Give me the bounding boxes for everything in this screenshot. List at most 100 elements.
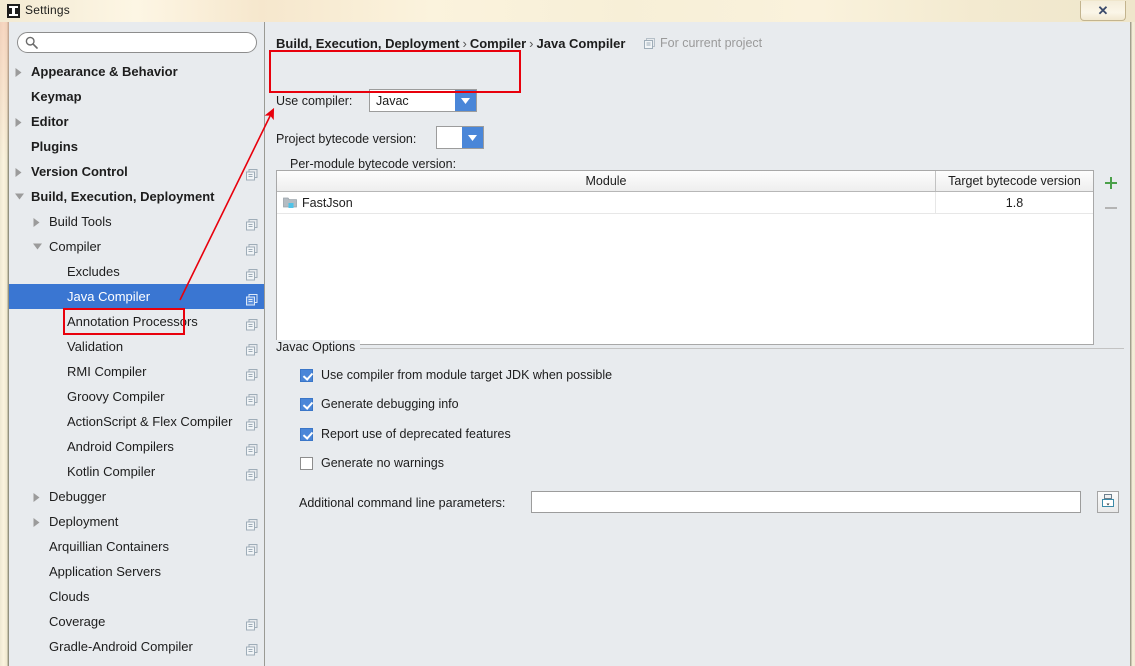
chevron-right-icon[interactable] xyxy=(31,484,43,509)
project-scope-label: For current project xyxy=(660,36,762,50)
sidebar-item-java-compiler[interactable]: Java Compiler xyxy=(9,284,265,309)
add-module-button[interactable] xyxy=(1098,171,1124,195)
checkbox-use-compiler-from-module-target-jdk-when-possible[interactable]: Use compiler from module target JDK when… xyxy=(300,368,612,382)
checkbox-label: Report use of deprecated features xyxy=(321,427,511,441)
additional-parameters-label: Additional command line parameters: xyxy=(299,496,505,510)
project-scope-icon xyxy=(246,240,258,252)
chevron-down-icon[interactable] xyxy=(455,90,476,111)
checkbox-generate-debugging-info[interactable]: Generate debugging info xyxy=(300,397,459,411)
close-icon: ✕ xyxy=(1081,1,1125,20)
window-titlebar: Settings ✕ xyxy=(0,0,1135,23)
breadcrumb-part-1[interactable]: Build, Execution, Deployment xyxy=(276,36,459,51)
sidebar-item-label: Deployment xyxy=(49,509,118,534)
checkbox-checked-icon[interactable] xyxy=(300,428,313,441)
sidebar-item-debugger[interactable]: Debugger xyxy=(9,484,265,509)
search-input[interactable] xyxy=(17,32,257,53)
sidebar-item-excludes[interactable]: Excludes xyxy=(9,259,265,284)
project-scope-icon xyxy=(246,215,258,227)
sidebar-item-kotlin-compiler[interactable]: Kotlin Compiler xyxy=(9,459,265,484)
checkbox-label: Use compiler from module target JDK when… xyxy=(321,368,612,382)
sidebar-item-label: Plugins xyxy=(31,134,78,159)
sidebar-item-validation[interactable]: Validation xyxy=(9,334,265,359)
checkbox-checked-icon[interactable] xyxy=(300,369,313,382)
use-compiler-dropdown[interactable]: Javac xyxy=(369,89,477,112)
checkbox-unchecked-icon[interactable] xyxy=(300,457,313,470)
sidebar-item-annotation-processors[interactable]: Annotation Processors xyxy=(9,309,265,334)
chevron-right-icon[interactable] xyxy=(31,209,43,234)
project-scope-icon xyxy=(246,440,258,452)
remove-module-button[interactable] xyxy=(1098,196,1124,220)
chevron-down-icon[interactable] xyxy=(13,184,25,209)
sidebar-item-clouds[interactable]: Clouds xyxy=(9,584,265,609)
chevron-down-icon[interactable] xyxy=(31,234,43,259)
javac-options-group-title: Javac Options xyxy=(276,340,360,354)
chevron-right-icon[interactable] xyxy=(31,509,43,534)
checkbox-checked-icon[interactable] xyxy=(300,398,313,411)
breadcrumb-separator-1: › xyxy=(459,36,469,51)
chevron-down-icon[interactable] xyxy=(462,127,483,148)
sidebar-item-appearance-behavior[interactable]: Appearance & Behavior xyxy=(9,59,265,84)
sidebar-item-plugins[interactable]: Plugins xyxy=(9,134,265,159)
settings-sidebar: Appearance & BehaviorKeymapEditorPlugins… xyxy=(9,22,265,666)
sidebar-item-android-compilers[interactable]: Android Compilers xyxy=(9,434,265,459)
breadcrumb-part-3: Java Compiler xyxy=(537,36,626,51)
sidebar-item-application-servers[interactable]: Application Servers xyxy=(9,559,265,584)
project-scope-icon xyxy=(246,515,258,527)
checkbox-generate-no-warnings[interactable]: Generate no warnings xyxy=(300,456,444,470)
table-row[interactable]: FastJson1.8 xyxy=(277,192,1093,214)
sidebar-item-label: Version Control xyxy=(31,159,128,184)
project-bytecode-label: Project bytecode version: xyxy=(276,132,416,146)
column-header-target-bytecode[interactable]: Target bytecode version xyxy=(936,171,1093,191)
breadcrumb-separator-2: › xyxy=(526,36,536,51)
sidebar-item-version-control[interactable]: Version Control xyxy=(9,159,265,184)
project-scope-icon xyxy=(246,390,258,402)
column-header-module[interactable]: Module xyxy=(277,171,936,191)
checkbox-label: Generate no warnings xyxy=(321,456,444,470)
sidebar-item-keymap[interactable]: Keymap xyxy=(9,84,265,109)
sidebar-item-label: Debugger xyxy=(49,484,106,509)
sidebar-item-label: Build Tools xyxy=(49,209,112,234)
sidebar-item-label: Appearance & Behavior xyxy=(31,59,178,84)
sidebar-item-gradle-android-compiler[interactable]: Gradle-Android Compiler xyxy=(9,634,265,659)
sidebar-item-build-tools[interactable]: Build Tools xyxy=(9,209,265,234)
project-scope-icon xyxy=(246,290,258,302)
project-scope-icon xyxy=(644,38,655,49)
additional-parameters-input[interactable] xyxy=(531,491,1081,513)
expand-editor-button[interactable] xyxy=(1097,491,1119,513)
window-title: Settings xyxy=(25,3,70,17)
expand-editor-icon xyxy=(1101,494,1115,511)
sidebar-item-groovy-compiler[interactable]: Groovy Compiler xyxy=(9,384,265,409)
sidebar-item-label: Gradle-Android Compiler xyxy=(49,634,193,659)
chevron-right-icon[interactable] xyxy=(13,109,25,134)
sidebar-item-label: Application Servers xyxy=(49,559,161,584)
window-frame-right xyxy=(1130,22,1135,666)
close-button[interactable]: ✕ xyxy=(1080,1,1126,21)
sidebar-item-arquillian-containers[interactable]: Arquillian Containers xyxy=(9,534,265,559)
sidebar-item-build-execution-deployment[interactable]: Build, Execution, Deployment xyxy=(9,184,265,209)
javac-options-group-line xyxy=(276,348,1124,349)
sidebar-item-deployment[interactable]: Deployment xyxy=(9,509,265,534)
sidebar-item-compiler[interactable]: Compiler xyxy=(9,234,265,259)
breadcrumb: Build, Execution, Deployment›Compiler›Ja… xyxy=(276,36,625,51)
sidebar-item-actionscript-flex-compiler[interactable]: ActionScript & Flex Compiler xyxy=(9,409,265,434)
breadcrumb-part-2[interactable]: Compiler xyxy=(470,36,526,51)
sidebar-item-label: Java Compiler xyxy=(67,284,150,309)
checkbox-report-use-of-deprecated-features[interactable]: Report use of deprecated features xyxy=(300,427,511,441)
sidebar-item-label: Coverage xyxy=(49,609,105,634)
sidebar-item-rmi-compiler[interactable]: RMI Compiler xyxy=(9,359,265,384)
project-bytecode-dropdown[interactable] xyxy=(436,126,484,149)
search-field-wrapper xyxy=(17,32,257,53)
settings-detail-pane: Build, Execution, Deployment›Compiler›Ja… xyxy=(266,22,1130,666)
annotation-box-use-compiler xyxy=(269,50,521,93)
sidebar-item-editor[interactable]: Editor xyxy=(9,109,265,134)
sidebar-item-coverage[interactable]: Coverage xyxy=(9,609,265,634)
sidebar-item-label: Build, Execution, Deployment xyxy=(31,184,214,209)
chevron-right-icon[interactable] xyxy=(13,59,25,84)
chevron-right-icon[interactable] xyxy=(13,159,25,184)
use-compiler-label: Use compiler: xyxy=(276,94,352,108)
cell-target-bytecode[interactable]: 1.8 xyxy=(936,192,1093,213)
sidebar-item-label: Validation xyxy=(67,334,123,359)
sidebar-item-label: Groovy Compiler xyxy=(67,384,165,409)
settings-content: Appearance & BehaviorKeymapEditorPlugins… xyxy=(9,22,1130,666)
checkbox-label: Generate debugging info xyxy=(321,397,459,411)
